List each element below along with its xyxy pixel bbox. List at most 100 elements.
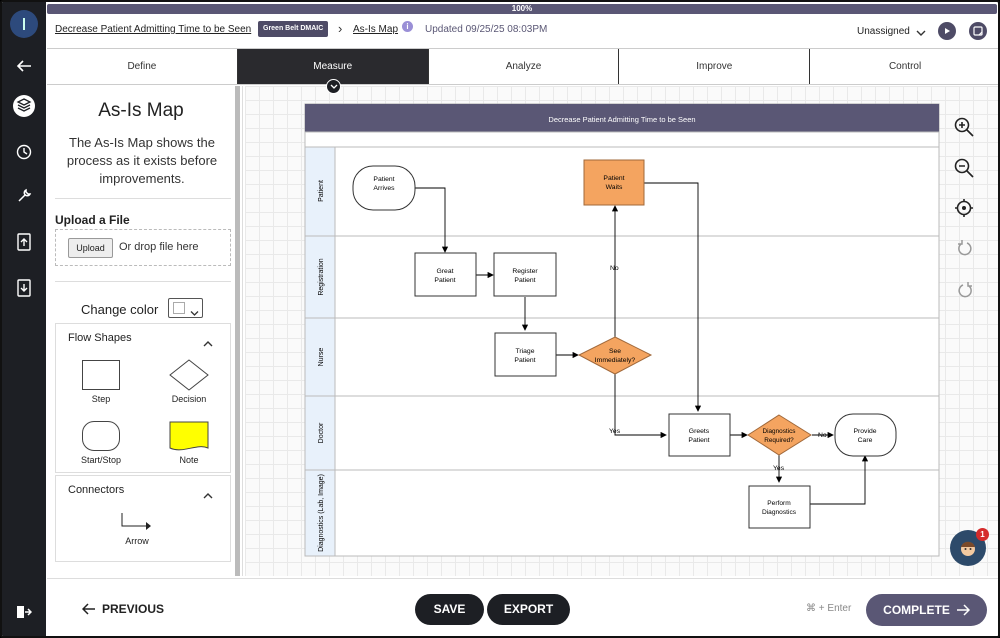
progress-bar: 100% (47, 4, 997, 14)
arrow-left-icon (82, 603, 95, 615)
chevron-up-icon[interactable] (203, 486, 213, 504)
node-label-line2: Arrives (373, 185, 395, 192)
footer: PREVIOUS SAVE EXPORT ⌘ + Enter COMPLETE (47, 578, 998, 636)
redo-icon[interactable] (956, 282, 974, 305)
history-icon[interactable] (10, 138, 38, 166)
drop-text: Or drop file here (119, 241, 199, 253)
breadcrumb-page[interactable]: As-Is Map (353, 24, 398, 35)
back-arrow-icon[interactable] (10, 52, 38, 80)
node-label-line2: Patient (688, 437, 709, 444)
node-greets-patient[interactable]: Greets Patient (668, 413, 731, 457)
node-label-line2: Diagnostics (762, 509, 797, 516)
arrow-connector-label: Arrow (125, 536, 149, 546)
note-shape[interactable] (169, 421, 209, 453)
edge-label-yes: Yes (773, 465, 785, 472)
connectors-panel: Connectors Arrow (55, 475, 231, 562)
start-stop-shape-label: Start/Stop (80, 455, 122, 465)
node-provide-care[interactable]: Provide Care (834, 413, 897, 457)
left-rail (2, 2, 46, 636)
chevron-down-icon (190, 304, 199, 322)
node-label-line2: Immediately? (595, 357, 636, 364)
breadcrumb-separator: › (338, 21, 343, 36)
logout-icon[interactable] (10, 598, 38, 626)
edge-label-no: No (818, 432, 827, 439)
node-label-line2: Waits (606, 184, 623, 191)
methodology-badge: Green Belt DMAIC (258, 21, 329, 37)
node-patient-waits[interactable]: Patient Waits (583, 159, 645, 206)
upload-button[interactable]: Upload (68, 238, 113, 258)
sidebar-description: The As-Is Map shows the process as it ex… (66, 135, 218, 186)
avatar-mark (23, 18, 25, 30)
upload-dropzone[interactable]: Upload Or drop file here (55, 229, 231, 266)
play-button[interactable] (938, 22, 956, 40)
layers-icon[interactable] (10, 92, 38, 120)
node-label-line2: Patient (434, 277, 455, 284)
edge-label-yes: Yes (609, 428, 621, 435)
previous-button[interactable]: PREVIOUS (82, 602, 164, 616)
node-label-line2: Required? (764, 437, 794, 444)
info-icon[interactable]: i (402, 21, 413, 32)
sidebar: As-Is Map The As-Is Map shows the proces… (47, 86, 243, 576)
user-avatar[interactable] (10, 10, 38, 38)
step-shape[interactable] (82, 360, 120, 390)
notes-button[interactable] (969, 22, 987, 40)
color-swatch (173, 302, 185, 314)
node-register-patient[interactable]: Register Patient (493, 252, 557, 297)
assignee-dropdown[interactable]: Unassigned (857, 26, 910, 37)
node-label-line2: Care (858, 437, 873, 444)
project-title-link[interactable]: Decrease Patient Admitting Time to be Se… (55, 24, 251, 35)
updated-timestamp: Updated 09/25/25 08:03PM (425, 24, 548, 35)
flow-shapes-panel: Flow Shapes Step Decision Start/Stop Not… (55, 323, 231, 473)
color-picker[interactable] (168, 298, 203, 318)
tab-collapse-chevron-icon[interactable] (326, 79, 341, 94)
lane-label: Doctor (318, 422, 325, 443)
flow-shapes-heading: Flow Shapes (68, 332, 132, 344)
lane-registration: Registration (304, 235, 940, 319)
node-great-patient[interactable]: Great Patient (414, 252, 477, 297)
tab-analyze[interactable]: Analyze (428, 49, 620, 84)
wrench-icon[interactable] (10, 182, 38, 210)
top-bar: Decrease Patient Admitting Time to be Se… (47, 14, 998, 48)
sidebar-title: As-Is Map (98, 100, 184, 121)
node-label-line2: Patient (514, 277, 535, 284)
upload-heading: Upload a File (55, 213, 130, 227)
sidebar-scrollbar[interactable] (235, 86, 240, 576)
edge-label-no: No (610, 265, 619, 272)
tab-define[interactable]: Define (47, 49, 238, 84)
export-button[interactable]: EXPORT (487, 594, 570, 625)
lane-label: Registration (318, 258, 325, 295)
phase-tabs: Define Measure Analyze Improve Control (47, 48, 998, 85)
complete-label: COMPLETE (883, 603, 950, 617)
swimlane-diagram: Decrease Patient Admitting Time to be Se… (304, 103, 940, 557)
start-stop-shape[interactable] (82, 421, 120, 451)
download-icon[interactable] (10, 274, 38, 302)
complete-button[interactable]: COMPLETE (866, 594, 987, 626)
decision-shape[interactable] (169, 359, 209, 391)
node-perform-diagnostics[interactable]: Perform Diagnostics (748, 485, 811, 529)
zoom-out-icon[interactable] (954, 158, 974, 183)
lane-diagnostics: Diagnostics (Lab, Image) (304, 469, 940, 557)
assistant-avatar-button[interactable]: 1 (950, 528, 989, 566)
tab-improve[interactable]: Improve (619, 49, 811, 84)
previous-label: PREVIOUS (102, 602, 165, 616)
divider (55, 198, 231, 199)
note-shape-label: Note (179, 455, 199, 465)
node-patient-arrives[interactable]: Patient Arrives (352, 165, 416, 211)
undo-icon[interactable] (956, 240, 974, 263)
connectors-heading: Connectors (68, 484, 125, 496)
diagram-canvas[interactable]: Decrease Patient Admitting Time to be Se… (245, 86, 998, 576)
upload-icon[interactable] (10, 228, 38, 256)
chevron-up-icon[interactable] (203, 334, 213, 352)
save-button[interactable]: SAVE (415, 594, 484, 625)
diagram-title: Decrease Patient Admitting Time to be Se… (548, 115, 695, 124)
lane-label: Diagnostics (Lab, Image) (318, 474, 325, 552)
tab-control[interactable]: Control (810, 49, 998, 84)
node-triage-patient[interactable]: Triage Patient (494, 332, 557, 377)
recenter-icon[interactable] (954, 198, 974, 223)
step-shape-label: Step (91, 394, 111, 404)
arrow-connector-icon[interactable] (120, 512, 154, 534)
chevron-down-icon[interactable] (916, 24, 926, 42)
lane-label: Patient (318, 180, 325, 202)
keyboard-shortcut-hint: ⌘ + Enter (806, 603, 852, 614)
zoom-in-icon[interactable] (954, 117, 974, 142)
